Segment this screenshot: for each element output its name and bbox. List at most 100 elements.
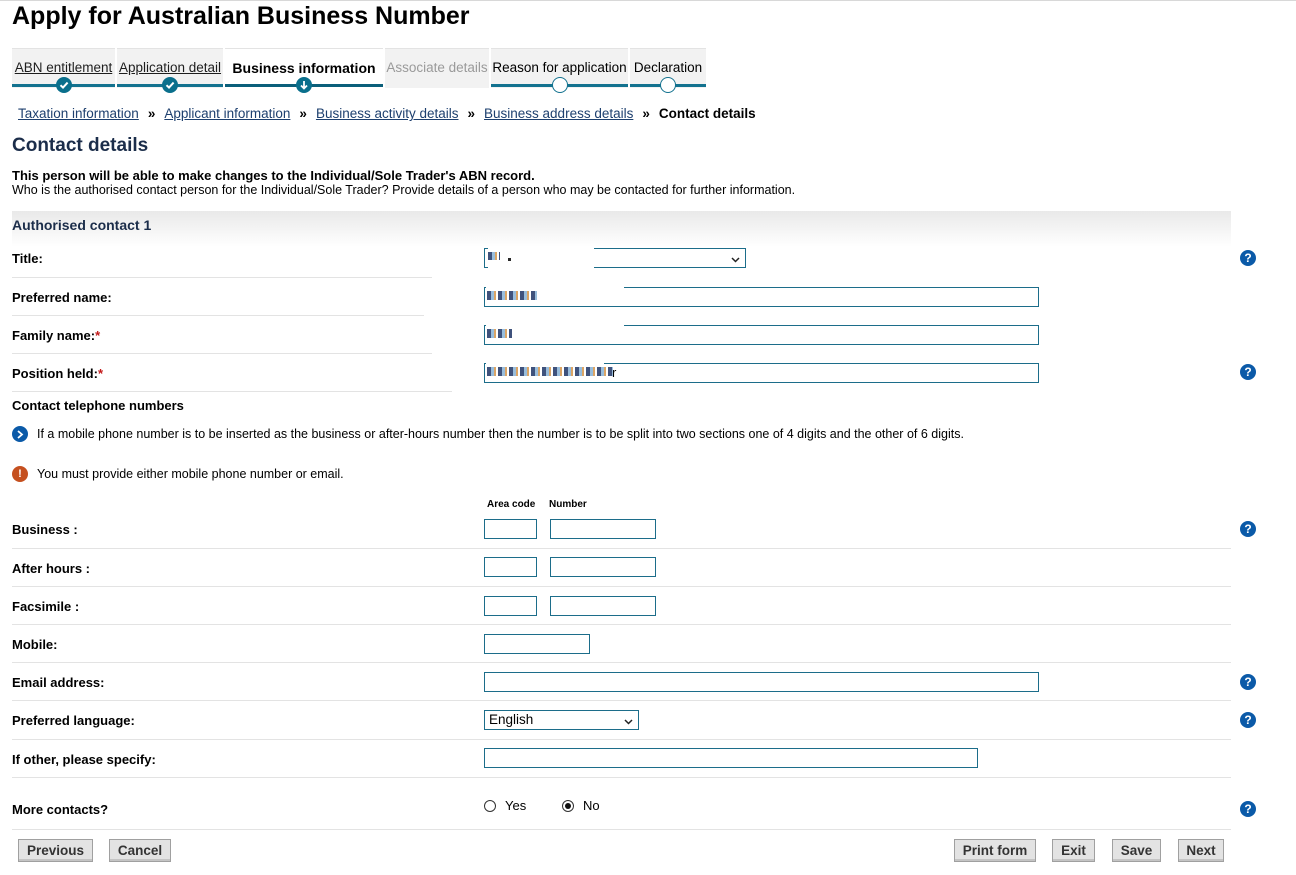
phone-heading: Contact telephone numbers (12, 398, 184, 413)
exit-button[interactable]: Exit (1052, 839, 1095, 862)
row-divider (12, 777, 1231, 778)
redacted-value (487, 329, 512, 338)
help-icon-business-phone[interactable]: ? (1240, 521, 1256, 537)
step-reason-for-application: Reason for application (491, 48, 628, 93)
preferred-name-label: Preferred name: (12, 290, 112, 305)
row-divider (12, 391, 452, 392)
breadcrumb-separator: » (642, 106, 650, 121)
mobile-input[interactable] (484, 634, 590, 654)
step-declaration: Declaration (630, 48, 706, 93)
previous-button[interactable]: Previous (18, 839, 93, 862)
warning-note: ! You must provide either mobile phone n… (12, 466, 344, 482)
print-form-button[interactable]: Print form (954, 839, 1036, 862)
intro-bold-text: This person will be able to make changes… (12, 168, 535, 183)
family-name-label: Family name:* (12, 328, 101, 343)
row-divider (12, 586, 1231, 587)
after-hours-area-code-input[interactable] (484, 557, 537, 577)
breadcrumb-business-activity-details[interactable]: Business activity details (316, 106, 459, 121)
more-contacts-no-radio[interactable]: No (562, 798, 600, 813)
breadcrumb-current: Contact details (658, 106, 756, 121)
breadcrumb-taxation-information[interactable]: Taxation information (18, 106, 139, 121)
business-number-input[interactable] (550, 519, 656, 539)
help-icon-title[interactable]: ? (1240, 250, 1256, 266)
chevron-down-icon (624, 713, 633, 728)
position-label: Position held:* (12, 366, 104, 381)
radio-yes-label: Yes (505, 798, 527, 813)
business-area-code-input[interactable] (484, 519, 537, 539)
radio-no-label: No (583, 798, 600, 813)
warning-icon: ! (12, 466, 28, 482)
language-label: Preferred language: (12, 713, 135, 728)
email-label: Email address: (12, 675, 105, 690)
required-marker: * (95, 328, 101, 343)
help-icon-language[interactable]: ? (1240, 712, 1256, 728)
check-icon (55, 77, 72, 93)
facsimile-area-code-input[interactable] (484, 596, 537, 616)
save-button[interactable]: Save (1112, 839, 1161, 862)
facsimile-number-input[interactable] (550, 596, 656, 616)
step-label: Business information (232, 60, 376, 76)
step-associate-details: Associate details (385, 48, 489, 88)
row-divider (12, 548, 1231, 549)
info-note: If a mobile phone number is to be insert… (12, 426, 964, 442)
mobile-label: Mobile: (12, 637, 58, 652)
redaction-mask (488, 246, 594, 270)
step-label: Application detail (118, 60, 222, 75)
empty-circle-icon (551, 77, 568, 93)
help-icon-more-contacts[interactable]: ? (1240, 801, 1256, 817)
breadcrumb-applicant-information[interactable]: Applicant information (164, 106, 290, 121)
step-label: Associate details (386, 60, 488, 75)
breadcrumb-separator: » (467, 106, 476, 121)
info-note-text: If a mobile phone number is to be insert… (37, 427, 964, 441)
redacted-value (488, 252, 500, 260)
check-icon (162, 77, 178, 93)
radio-checked-icon (562, 799, 574, 812)
step-abn-entitlement[interactable]: ABN entitlement (12, 48, 115, 93)
row-divider (12, 829, 1231, 830)
language-select[interactable]: English (484, 710, 639, 730)
row-divider (12, 315, 424, 316)
radio-unchecked-icon (484, 799, 496, 812)
warning-note-text: You must provide either mobile phone num… (37, 467, 344, 481)
row-divider (12, 277, 432, 278)
after-hours-number-input[interactable] (550, 557, 656, 577)
email-input[interactable] (484, 672, 1039, 692)
step-label: ABN entitlement (14, 60, 113, 75)
cancel-button[interactable]: Cancel (109, 839, 171, 862)
facsimile-label: Facsimile : (12, 599, 80, 614)
step-label: Declaration (633, 60, 703, 75)
business-phone-label: Business : (12, 522, 78, 537)
row-divider (12, 353, 432, 354)
row-divider (12, 662, 1231, 663)
after-hours-label: After hours : (12, 561, 90, 576)
breadcrumb-separator: » (299, 106, 307, 121)
step-business-information[interactable]: Business information (225, 48, 383, 93)
help-icon-position[interactable]: ? (1240, 364, 1256, 380)
next-button[interactable]: Next (1178, 839, 1224, 862)
step-application-detail[interactable]: Application detail (117, 48, 223, 93)
mobile-row: Mobile: (12, 636, 1231, 664)
top-border (0, 0, 1296, 1)
breadcrumb: Taxation information » Applicant informati… (18, 106, 756, 121)
area-code-column-header: Area code (487, 499, 536, 510)
more-contacts-label: More contacts? (12, 802, 109, 817)
redacted-value (487, 291, 537, 300)
redacted-value (487, 367, 613, 376)
title-label: Title: (12, 251, 43, 266)
row-divider (12, 739, 1231, 740)
section-title: Contact details (12, 135, 149, 156)
other-language-input[interactable] (484, 748, 978, 768)
breadcrumb-business-address-details[interactable]: Business address details (484, 106, 633, 121)
more-contacts-row: More contacts? (12, 801, 1231, 829)
other-language-label: If other, please specify: (12, 752, 156, 767)
help-icon-email[interactable]: ? (1240, 674, 1256, 690)
required-marker: * (97, 366, 104, 381)
empty-circle-icon (660, 77, 676, 93)
intro-text: Who is the authorised contact person for… (12, 183, 796, 197)
number-column-header: Number (549, 499, 587, 510)
step-label: Reason for application (492, 60, 627, 75)
arrow-down-icon (296, 77, 312, 93)
contact-header: Authorised contact 1 (12, 211, 1231, 247)
more-contacts-yes-radio[interactable]: Yes (484, 798, 526, 813)
row-divider (12, 624, 1231, 625)
